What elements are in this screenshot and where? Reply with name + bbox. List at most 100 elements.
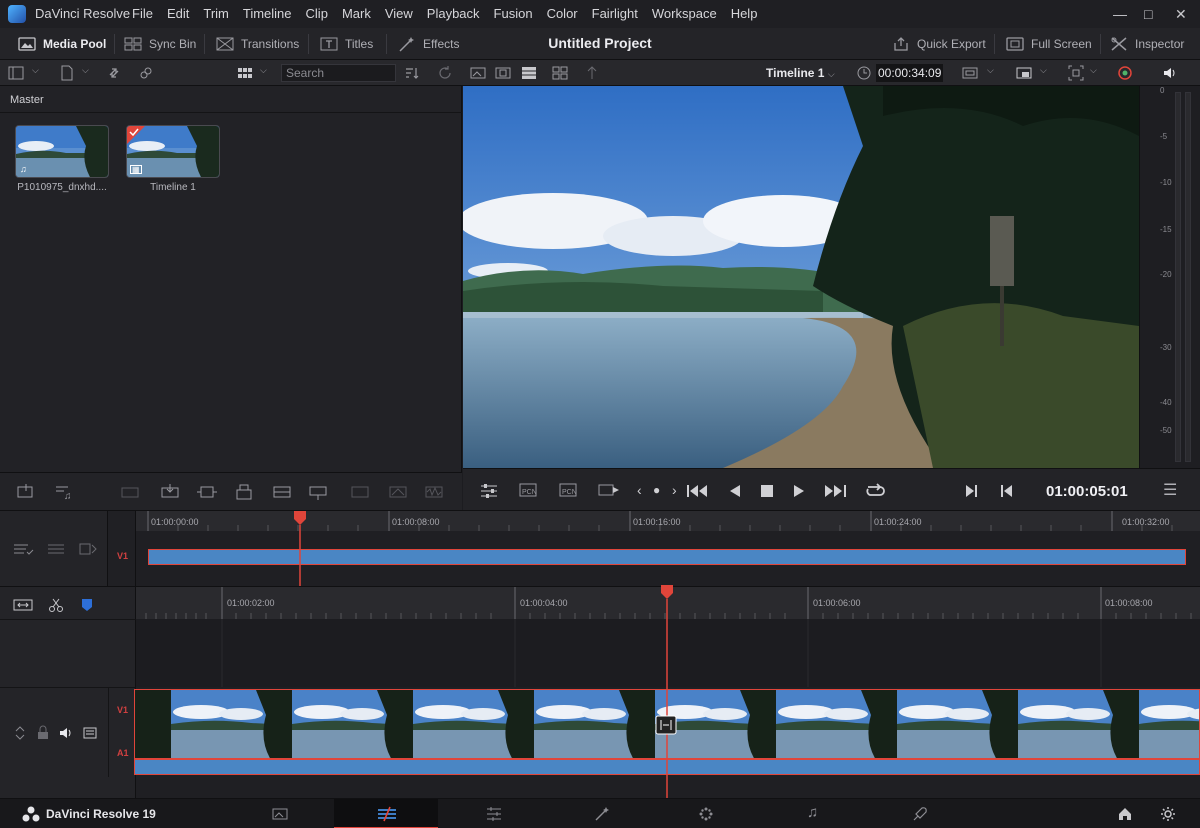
thumbnail-view-icon[interactable] [552,65,568,81]
gear-icon[interactable] [1160,806,1176,822]
maximize-icon[interactable]: □ [1144,6,1152,22]
mark-in-icon[interactable] [963,483,979,499]
source-overwrite-icon[interactable] [388,483,408,501]
next-frame-icon[interactable]: › [672,482,677,498]
inspector-button[interactable]: Inspector [1110,28,1184,60]
ripple-overwrite-icon[interactable] [272,483,292,501]
zoom-icon[interactable] [78,541,98,557]
chevron-down-icon[interactable]: ⌵ [32,65,39,76]
track-height-icon[interactable] [46,541,66,557]
overwrite-icon[interactable] [120,483,140,501]
timeline-view-options-icon[interactable] [12,541,34,557]
filmstrip-icon[interactable] [495,65,511,81]
menu-file[interactable]: File [132,6,153,21]
image-view-icon[interactable] [470,65,486,81]
fairlight-page-icon[interactable]: ♫ [807,804,818,821]
sort-icon[interactable] [404,65,420,81]
timeline-selector[interactable]: Timeline 1 ⌵ [766,66,835,80]
stop-icon[interactable] [759,483,775,499]
track-height-toggle-icon[interactable] [12,725,28,741]
chevron-down-icon[interactable]: ⌵ [82,65,89,76]
menu-timeline[interactable]: Timeline [243,6,292,21]
chevron-down-icon[interactable]: ⌵ [987,65,994,76]
viewer-frame[interactable] [463,86,1139,468]
grid-view-icon[interactable] [237,65,253,81]
refresh-icon[interactable] [437,65,453,81]
audio-mixer-icon[interactable] [479,483,499,499]
menu-view[interactable]: View [385,6,413,21]
monitor-icon[interactable] [82,725,98,741]
trim-in-icon[interactable]: PCN [517,481,541,501]
append-audio-icon[interactable]: ♫ [52,483,72,501]
viewer-size-icon[interactable] [962,65,978,81]
menu-fairlight[interactable]: Fairlight [592,6,638,21]
speaker-icon[interactable] [1162,65,1178,81]
go-to-start-icon[interactable] [686,483,710,499]
razor-scissors-icon[interactable] [48,597,64,613]
menu-help[interactable]: Help [731,6,758,21]
snap-icon[interactable] [12,597,34,613]
menu-playback[interactable]: Playback [427,6,480,21]
quick-export-button[interactable]: Quick Export [892,28,986,60]
place-on-top-icon[interactable] [234,483,254,501]
titles-button[interactable]: Titles [320,28,373,60]
fusion-page-icon[interactable] [594,806,610,822]
marker-flag-icon[interactable] [80,597,94,613]
trim-out-icon[interactable]: PCN [557,481,581,501]
insert-edit-icon[interactable] [16,483,36,501]
deliver-page-icon[interactable] [912,806,928,822]
replace-icon[interactable] [160,483,180,501]
filmstrip-play-icon[interactable] [597,481,621,501]
menu-workspace[interactable]: Workspace [652,6,717,21]
play-reverse-icon[interactable] [727,483,743,499]
append-end-icon[interactable] [350,483,370,501]
play-icon[interactable] [791,483,807,499]
menu-mark[interactable]: Mark [342,6,371,21]
color-page-icon[interactable] [698,806,714,822]
menu-clip[interactable]: Clip [306,6,328,21]
search-input[interactable] [281,64,396,82]
relink-icon[interactable] [106,65,122,81]
speaker-icon[interactable] [58,725,74,741]
lock-icon[interactable] [36,725,50,741]
chevron-down-icon[interactable]: ⌵ [1090,65,1097,76]
transitions-button[interactable]: Transitions [216,28,299,60]
loop-icon[interactable] [863,482,887,500]
menu-edit[interactable]: Edit [167,6,189,21]
cut-page-tab[interactable] [334,799,438,828]
chevron-down-icon[interactable]: ⌵ [1040,65,1047,76]
menu-trim[interactable]: Trim [203,6,229,21]
mark-out-icon[interactable] [999,483,1015,499]
upper-playhead[interactable] [292,511,308,587]
go-to-end-icon[interactable] [823,483,847,499]
close-icon[interactable]: ✕ [1175,6,1187,23]
effects-button[interactable]: Effects [398,28,459,60]
edit-page-icon[interactable] [486,806,502,822]
menu-color[interactable]: Color [547,6,578,21]
close-up-icon[interactable] [308,483,328,501]
menu-fusion[interactable]: Fusion [494,6,533,21]
transform-icon[interactable] [584,65,600,81]
media-clip-item[interactable]: ♫ P1010975_dnxhd.... [15,125,109,193]
playhead-dot-icon[interactable]: ● [653,483,660,497]
lower-playhead[interactable] [659,585,675,799]
waveform-icon[interactable] [424,483,444,501]
media-page-icon[interactable] [272,806,288,822]
unlink-icon[interactable] [138,65,154,81]
chevron-down-icon[interactable]: ⌵ [260,65,267,76]
fit-to-fill-icon[interactable] [196,483,218,501]
hamburger-menu-icon[interactable]: ☰ [1163,480,1177,500]
safe-area-icon[interactable] [1068,65,1084,81]
timeline-clip-item[interactable]: ▦ Timeline 1 [126,125,220,193]
panel-layout-icon[interactable] [8,65,24,81]
proxy-icon[interactable] [1016,65,1032,81]
media-pool-button[interactable]: Media Pool [18,28,106,60]
color-wheel-icon[interactable] [1117,65,1133,81]
minimize-icon[interactable]: — [1113,6,1127,22]
new-bin-icon[interactable] [59,65,75,81]
home-icon[interactable] [1117,806,1133,822]
list-view-icon[interactable] [521,65,537,81]
sync-bin-button[interactable]: Sync Bin [124,28,196,60]
full-screen-button[interactable]: Full Screen [1006,28,1092,60]
prev-frame-icon[interactable]: ‹ [637,482,642,498]
